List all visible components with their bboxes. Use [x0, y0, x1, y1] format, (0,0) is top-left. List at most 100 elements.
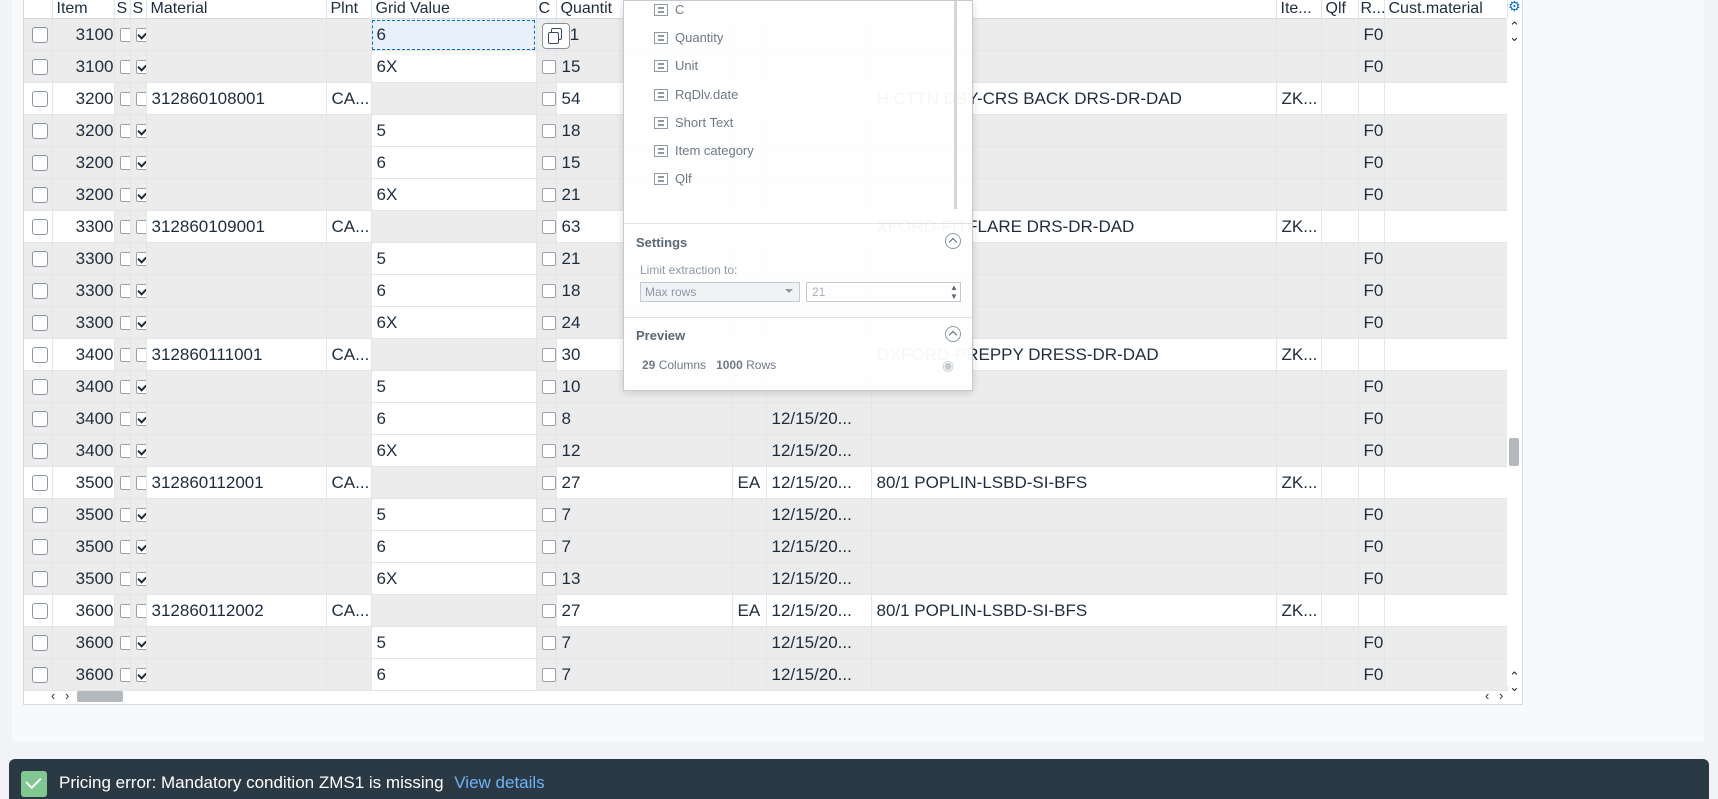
s1-checkbox[interactable]: [119, 220, 129, 235]
row-checkbox[interactable]: [32, 347, 49, 364]
date-cell[interactable]: 12/15/20...: [766, 530, 872, 563]
col-item-category[interactable]: Ite...: [1276, 0, 1322, 19]
s2-checkbox[interactable]: [135, 284, 145, 299]
c-cell[interactable]: [536, 562, 557, 595]
table-row[interactable]: 3500 312860112001 CA... 27 EA 12/15/20... 80/1…: [24, 466, 1508, 499]
row-select-checkbox[interactable]: [24, 530, 53, 563]
grid-value-cell[interactable]: 5: [371, 370, 537, 403]
material-cell[interactable]: [146, 178, 327, 211]
c-cell[interactable]: [536, 434, 557, 467]
field-item[interactable]: Item category: [675, 142, 754, 160]
row-select-checkbox[interactable]: [24, 50, 53, 83]
s1-cell[interactable]: [114, 242, 131, 275]
s1-checkbox[interactable]: [119, 284, 129, 299]
s2-cell[interactable]: [130, 82, 147, 115]
r-cell[interactable]: F0: [1358, 18, 1385, 51]
s1-checkbox[interactable]: [119, 636, 129, 651]
s2-cell[interactable]: [130, 434, 147, 467]
s1-checkbox[interactable]: [119, 92, 129, 107]
cust-material-cell[interactable]: [1384, 658, 1508, 691]
grid-value-cell[interactable]: [371, 338, 537, 371]
stepper-up-icon[interactable]: ▲: [950, 284, 958, 292]
item-category-cell[interactable]: [1276, 50, 1322, 83]
s2-cell[interactable]: [130, 530, 147, 563]
s1-cell[interactable]: [114, 370, 131, 403]
c-cell[interactable]: [536, 306, 557, 339]
plant-cell[interactable]: CA...: [326, 466, 372, 499]
item-category-cell[interactable]: [1276, 498, 1322, 531]
c-checkbox[interactable]: [541, 124, 555, 139]
s2-cell[interactable]: [130, 466, 147, 499]
s1-cell[interactable]: [114, 50, 131, 83]
col-select[interactable]: [24, 0, 53, 19]
s2-cell[interactable]: [130, 402, 147, 435]
field-item[interactable]: Quantity: [675, 29, 723, 47]
s2-checkbox[interactable]: [135, 316, 145, 331]
short-text-cell[interactable]: [871, 658, 1277, 691]
s1-checkbox[interactable]: [119, 476, 129, 491]
s2-checkbox[interactable]: [135, 604, 145, 619]
grid-value-cell[interactable]: 6X: [371, 306, 537, 339]
collapse-settings-icon[interactable]: [945, 233, 961, 249]
row-select-checkbox[interactable]: [24, 466, 53, 499]
grid-value-cell[interactable]: 6: [371, 146, 537, 179]
col-plant[interactable]: Plnt: [326, 0, 372, 19]
qlf-cell[interactable]: [1321, 306, 1359, 339]
s1-cell[interactable]: [114, 114, 131, 147]
s2-checkbox[interactable]: [135, 412, 145, 427]
field-item[interactable]: C: [675, 1, 684, 19]
material-cell[interactable]: [146, 306, 327, 339]
c-cell[interactable]: [536, 658, 557, 691]
unit-cell[interactable]: [732, 530, 767, 563]
s2-cell[interactable]: [130, 338, 147, 371]
unit-cell[interactable]: [732, 626, 767, 659]
s1-cell[interactable]: [114, 146, 131, 179]
c-cell[interactable]: [536, 594, 557, 627]
row-checkbox[interactable]: [32, 283, 49, 300]
vertical-scroll-thumb[interactable]: [1509, 438, 1519, 466]
short-text-cell[interactable]: [871, 434, 1277, 467]
table-row[interactable]: 3600 6 7 12/15/20... F0: [24, 658, 1508, 691]
r-cell[interactable]: [1358, 338, 1385, 371]
s1-cell[interactable]: [114, 530, 131, 563]
s2-cell[interactable]: [130, 498, 147, 531]
c-cell[interactable]: [536, 402, 557, 435]
s1-cell[interactable]: [114, 562, 131, 595]
horizontal-scrollbar[interactable]: ‹ › ‹ ›: [23, 688, 1521, 704]
field-item[interactable]: RqDlv.date: [675, 86, 738, 104]
plant-cell[interactable]: [326, 658, 372, 691]
s2-cell[interactable]: [130, 594, 147, 627]
material-cell[interactable]: 312860109001: [146, 210, 327, 243]
material-cell[interactable]: [146, 498, 327, 531]
field-item[interactable]: Short Text: [675, 114, 733, 132]
s2-checkbox[interactable]: [135, 444, 145, 459]
table-row[interactable]: 3400 6X 12 12/15/20... F0: [24, 434, 1508, 467]
row-select-checkbox[interactable]: [24, 242, 53, 275]
quantity-cell[interactable]: 12: [556, 434, 733, 467]
table-row[interactable]: 3400 6 8 12/15/20... F0: [24, 402, 1508, 435]
material-cell[interactable]: [146, 146, 327, 179]
grid-value-cell[interactable]: 6: [371, 274, 537, 307]
s2-cell[interactable]: [130, 178, 147, 211]
s2-checkbox[interactable]: [135, 540, 145, 555]
plant-cell[interactable]: [326, 626, 372, 659]
row-checkbox[interactable]: [32, 379, 49, 396]
s1-checkbox[interactable]: [119, 540, 129, 555]
s1-cell[interactable]: [114, 306, 131, 339]
quantity-cell[interactable]: 7: [556, 626, 733, 659]
s2-checkbox[interactable]: [135, 508, 145, 523]
s2-checkbox[interactable]: [135, 220, 145, 235]
row-select-checkbox[interactable]: [24, 146, 53, 179]
s1-checkbox[interactable]: [119, 348, 129, 363]
row-checkbox[interactable]: [32, 603, 49, 620]
date-cell[interactable]: 12/15/20...: [766, 498, 872, 531]
c-checkbox[interactable]: [541, 444, 555, 459]
r-cell[interactable]: F0: [1358, 626, 1385, 659]
r-cell[interactable]: [1358, 210, 1385, 243]
date-cell[interactable]: 12/15/20...: [766, 562, 872, 595]
c-checkbox[interactable]: [541, 476, 555, 491]
s1-checkbox[interactable]: [119, 444, 129, 459]
c-checkbox[interactable]: [541, 252, 555, 267]
qlf-cell[interactable]: [1321, 114, 1359, 147]
s1-cell[interactable]: [114, 402, 131, 435]
